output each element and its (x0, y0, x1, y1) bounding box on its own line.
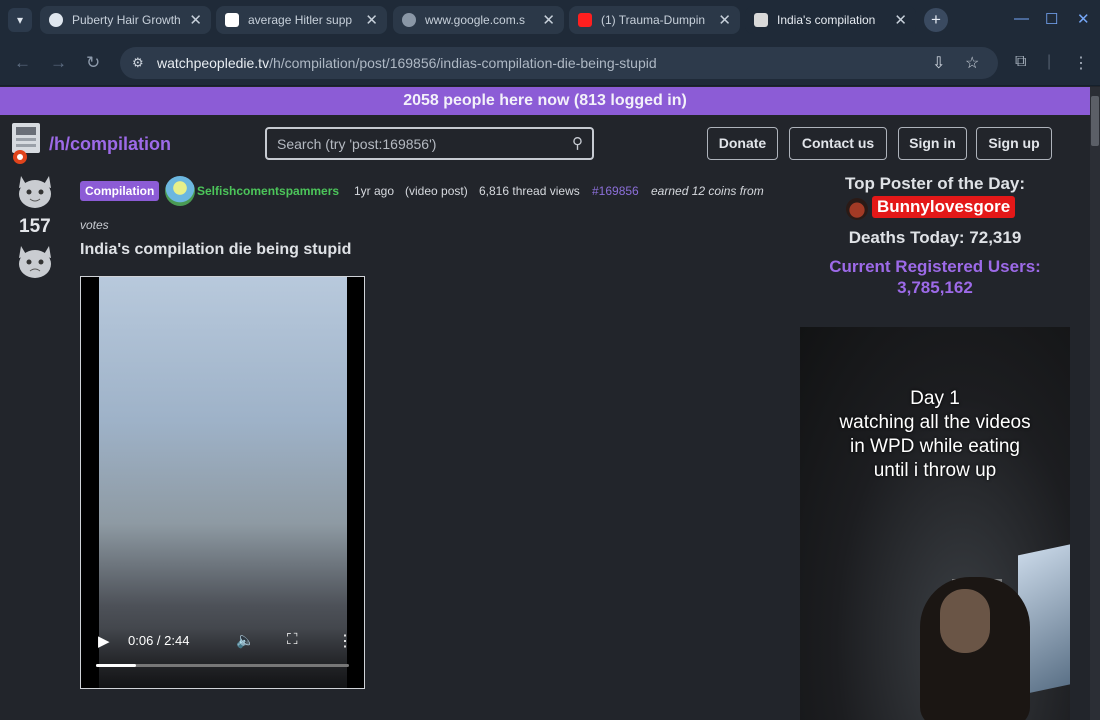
minimize-icon[interactable]: — (1014, 10, 1029, 27)
tab-title: India's compilation (777, 13, 876, 27)
address-bar[interactable]: ⚙ watchpeopledie.tv/h/compilation/post/1… (120, 47, 998, 79)
site-info-icon[interactable]: ⚙ (132, 55, 148, 71)
new-tab-button[interactable]: + (924, 8, 948, 32)
tab-search-dropdown[interactable]: ▾ (8, 8, 32, 32)
browser-tab-bar: ▾ Puberty Hair Growth ✕ average Hitler s… (0, 0, 1100, 40)
fullscreen-icon[interactable]: ⛶ (287, 631, 298, 648)
volume-icon[interactable]: 🔈 (236, 631, 255, 649)
url-path: /h/compilation/post/169856/indias-compil… (269, 55, 657, 71)
top-poster-name[interactable]: Bunnylovesgore (872, 196, 1016, 218)
browser-tab-5-active[interactable]: India's compilation ✕ (745, 6, 916, 34)
bookmark-star-icon[interactable]: ☆ (965, 53, 979, 73)
browser-menu-icon[interactable]: ⋮ (1073, 53, 1089, 73)
video-frame (99, 277, 347, 688)
search-box: ⚲ (265, 127, 594, 160)
top-poster-label: Top Poster of the Day: (844, 174, 1026, 193)
extensions-icon[interactable]: ⧉ (1015, 53, 1026, 71)
votes-label: votes (80, 218, 109, 232)
video-duration: 2:44 (164, 633, 190, 648)
install-app-icon[interactable]: ⇩ (932, 53, 945, 73)
video-progress-fill (96, 664, 137, 667)
sign-in-button[interactable]: Sign in (898, 127, 967, 160)
sign-up-button[interactable]: Sign up (976, 127, 1052, 160)
hole-name-link[interactable]: /h/compilation (49, 134, 171, 155)
deaths-today: Deaths Today: 72,319 (848, 228, 1022, 247)
meta-favicon-icon (225, 13, 239, 27)
author-name-link[interactable]: Selfishcomentspammers (197, 184, 339, 198)
sidebar-stats: Top Poster of the Day: Bunnylovesgore De… (800, 174, 1070, 298)
registered-users-count: 3,785,162 (897, 278, 973, 297)
url-domain: watchpeopledie.tv (157, 55, 270, 71)
registered-users-label: Current Registered Users: (829, 257, 1041, 276)
promo-caption: Day 1 watching all the videos in WPD while… (839, 388, 1031, 481)
tab-title: Puberty Hair Growth (72, 13, 181, 27)
tab-close-icon[interactable]: ✕ (365, 11, 378, 29)
post-type: (video post) (405, 184, 468, 198)
maximize-icon[interactable]: ☐ (1045, 10, 1058, 28)
upvote-cat-icon[interactable] (13, 172, 57, 212)
video-player[interactable]: ▶ 0:06 / 2:44 🔈 ⛶ ⋮ (80, 276, 365, 689)
author-avatar[interactable] (165, 176, 195, 206)
tab-title: (1) Trauma-Dumpin (601, 13, 706, 27)
online-users-banner: 2058 people here now (813 logged in) (0, 87, 1090, 115)
tab-close-icon[interactable]: ✕ (189, 11, 202, 29)
tab-close-icon[interactable]: ✕ (542, 11, 555, 29)
url-text[interactable]: watchpeopledie.tv/h/compilation/post/169… (157, 55, 657, 71)
page-scrollbar[interactable] (1090, 87, 1100, 720)
openai-favicon-icon (49, 13, 63, 27)
tab-title: average Hitler supp (248, 13, 353, 27)
contact-us-button[interactable]: Contact us (789, 127, 887, 160)
post-title[interactable]: India's compilation die being stupid (80, 241, 351, 259)
video-progress-bar[interactable] (96, 664, 349, 667)
flair-badge[interactable]: Compilation (80, 181, 160, 201)
tab-close-icon[interactable]: ✕ (718, 11, 731, 29)
youtube-favicon-icon (578, 13, 592, 27)
site-logo-icon[interactable] (8, 121, 44, 165)
donate-button[interactable]: Donate (707, 127, 778, 160)
scrollbar-thumb[interactable] (1091, 96, 1099, 146)
search-input[interactable] (277, 134, 557, 154)
globe-favicon-icon (402, 13, 416, 27)
downvote-cat-icon[interactable] (13, 242, 57, 282)
close-window-icon[interactable]: ✕ (1077, 10, 1090, 28)
back-icon[interactable]: ← (14, 53, 31, 73)
wpd-favicon-icon (754, 13, 768, 27)
search-icon[interactable]: ⚲ (572, 134, 583, 152)
video-controls-overlay (81, 628, 364, 688)
tab-close-icon[interactable]: ✕ (894, 11, 907, 29)
coins-earned: earned 12 coins from (651, 184, 764, 198)
registered-users: Current Registered Users: 3,785,162 (800, 256, 1070, 298)
browser-toolbar: ← → ↻ ⚙ watchpeopledie.tv/h/compilation/… (0, 40, 1100, 86)
tab-title: www.google.com.s (425, 13, 526, 27)
reload-icon[interactable]: ↻ (86, 53, 100, 73)
forward-icon[interactable]: → (50, 53, 67, 73)
post-id-link[interactable]: #169856 (592, 184, 639, 198)
play-icon[interactable]: ▶ (98, 632, 110, 650)
post-age: 1yr ago (354, 184, 395, 198)
toolbar-divider: | (1047, 53, 1052, 70)
browser-tab-4[interactable]: (1) Trauma-Dumpin ✕ (569, 6, 740, 34)
top-poster-avatar[interactable] (846, 198, 868, 220)
top-poster: Bunnylovesgore (800, 196, 1070, 222)
browser-tab-1[interactable]: Puberty Hair Growth ✕ (40, 6, 211, 34)
vote-count: 157 (19, 216, 51, 237)
sidebar-promo-image[interactable]: Day 1 watching all the videos in WPD while… (800, 327, 1070, 720)
video-current-time: 0:06 (128, 633, 154, 648)
browser-tab-3[interactable]: www.google.com.s ✕ (393, 6, 564, 34)
video-time: 0:06 / 2:44 (128, 633, 190, 648)
promo-face (940, 589, 990, 653)
thread-views: 6,816 thread views (479, 184, 580, 198)
browser-tab-2[interactable]: average Hitler supp ✕ (216, 6, 387, 34)
video-more-icon[interactable]: ⋮ (337, 631, 353, 651)
